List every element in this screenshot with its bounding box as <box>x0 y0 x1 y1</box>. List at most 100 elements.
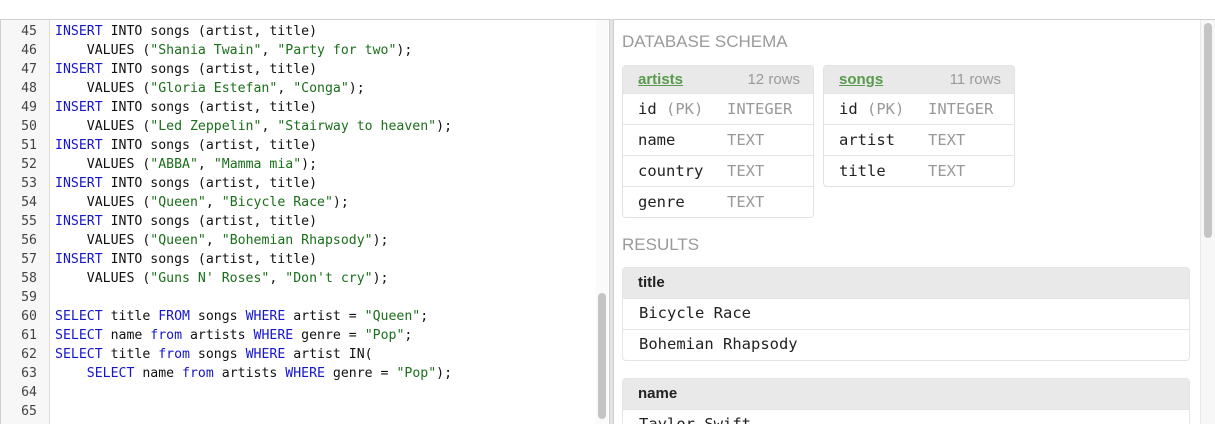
string-literal: "Conga" <box>293 81 349 96</box>
schema-column-row: id (PK) INTEGER <box>623 93 813 124</box>
line-number: 49 <box>21 100 37 115</box>
code-text: INTO songs (artist, title) <box>102 100 318 115</box>
sql-keyword: WHERE <box>285 366 325 381</box>
line-number: 60 <box>21 309 37 324</box>
code-line[interactable]: INSERT INTO songs (artist, title) <box>55 60 593 79</box>
code-line[interactable] <box>55 383 593 402</box>
schema-heading: DATABASE SCHEMA <box>622 32 788 51</box>
result-column-name: title <box>638 274 665 291</box>
code-text: songs <box>189 309 246 324</box>
sql-keyword: SELECT <box>55 309 103 324</box>
code-text: ); <box>372 271 389 286</box>
results-heading: RESULTS <box>622 235 700 254</box>
code-line[interactable]: INSERT INTO songs (artist, title) <box>55 22 593 41</box>
primary-key-marker: (PK) <box>867 100 905 118</box>
code-text: , <box>261 119 278 134</box>
column-name-text: title <box>839 162 886 180</box>
code-text: INTO songs (artist, title) <box>102 62 318 77</box>
schema-table-link[interactable]: songs <box>839 71 883 88</box>
sql-keyword: INSERT <box>55 100 103 115</box>
code-line[interactable]: VALUES ("Queen", "Bicycle Race"); <box>55 193 593 212</box>
code-text: ; <box>404 328 413 343</box>
column-type: TEXT <box>727 131 765 149</box>
sql-keyword: FROM <box>158 309 190 324</box>
editor-scrollbar-thumb[interactable] <box>598 293 606 419</box>
code-line[interactable]: INSERT INTO songs (artist, title) <box>55 98 593 117</box>
column-type: INTEGER <box>727 100 793 118</box>
code-text: artists <box>213 366 286 381</box>
line-number: 45 <box>21 24 37 39</box>
code-line[interactable]: INSERT INTO songs (artist, title) <box>55 136 593 155</box>
code-text: name <box>134 366 183 381</box>
code-text: , <box>261 43 278 58</box>
line-number-gutter: 45 46 47 48 49 50 51 52 53 54 55 56 57 58 59 60 61 62 63 64… <box>1 20 50 424</box>
code-line[interactable]: INSERT INTO songs (artist, title) <box>55 212 593 231</box>
code-text: ); <box>301 157 318 172</box>
code-text: artist IN( <box>285 347 373 362</box>
line-number: 62 <box>21 347 37 362</box>
code-line[interactable]: INSERT INTO songs (artist, title) <box>55 174 593 193</box>
result-column-name: name <box>638 385 678 402</box>
code-text: ); <box>372 233 389 248</box>
code-text: , <box>205 195 222 210</box>
line-number: 51 <box>21 138 37 153</box>
code-text: , <box>277 81 294 96</box>
code-editor[interactable]: 45 46 47 48 49 50 51 52 53 54 55 56 57 58 59 60 61 62 63 64… <box>0 19 609 424</box>
code-line[interactable]: VALUES ("ABBA", "Mamma mia"); <box>55 155 593 174</box>
column-type: TEXT <box>727 193 765 211</box>
sql-keyword: WHERE <box>245 347 286 362</box>
column-name: name <box>638 131 675 149</box>
string-literal: "Pop" <box>364 328 405 343</box>
code-text: INTO songs (artist, title) <box>102 214 318 229</box>
code-line[interactable]: VALUES ("Gloria Estefan", "Conga"); <box>55 79 593 98</box>
code-line[interactable] <box>55 402 593 421</box>
string-literal: "Queen" <box>150 195 206 210</box>
code-line[interactable]: VALUES ("Led Zeppelin", "Stairway to hea… <box>55 117 593 136</box>
schema-table-songs: songs 11 rows id (PK) INTEGER artist TEXT titl… <box>823 65 1015 187</box>
sql-keyword: from <box>158 347 190 362</box>
line-number: 53 <box>21 176 37 191</box>
column-name-text: name <box>638 131 676 149</box>
result-cell: Taylor Swift <box>639 415 751 424</box>
column-name-text: artist <box>839 131 895 149</box>
line-number: 55 <box>21 214 37 229</box>
code-line[interactable]: VALUES ("Queen", "Bohemian Rhapsody"); <box>55 231 593 250</box>
code-line[interactable]: SELECT title from songs WHERE artist IN( <box>55 345 593 364</box>
code-line[interactable]: SELECT name from artists WHERE genre = "… <box>55 364 593 383</box>
sql-keyword: INSERT <box>55 176 103 191</box>
string-literal: "Mamma mia" <box>213 157 302 172</box>
code-text: artists <box>182 328 254 343</box>
row-count: 11 rows <box>949 71 1001 88</box>
sql-keyword: INSERT <box>55 62 103 77</box>
line-number: 56 <box>21 233 37 248</box>
code-area[interactable]: INSERT INTO songs (artist, title) VALUES… <box>55 22 593 421</box>
column-type: INTEGER <box>928 100 994 118</box>
sql-keyword: SELECT <box>55 328 103 343</box>
results-scrollbar-track[interactable] <box>1200 20 1215 424</box>
sql-keyword: WHERE <box>253 328 294 343</box>
code-line[interactable]: VALUES ("Shania Twain", "Party for two")… <box>55 41 593 60</box>
code-line[interactable]: SELECT name from artists WHERE genre = "… <box>55 326 593 345</box>
code-text: artist = <box>285 309 365 324</box>
column-name-text: id <box>839 100 858 118</box>
sql-keyword: from <box>182 366 214 381</box>
column-name: artist <box>839 131 895 149</box>
code-text: VALUES ( <box>55 119 151 134</box>
sql-keyword: INSERT <box>55 138 103 153</box>
results-scrollbar-thumb[interactable] <box>1204 23 1212 238</box>
schema-table-link[interactable]: artists <box>638 71 683 88</box>
code-text: name <box>102 328 151 343</box>
code-line[interactable]: INSERT INTO songs (artist, title) <box>55 250 593 269</box>
schema-table-artists: artists 12 rows id (PK) INTEGER name TEXT coun… <box>622 65 814 218</box>
code-text: ); <box>348 81 365 96</box>
code-line[interactable] <box>55 288 593 307</box>
result-column-header: name <box>623 379 1189 409</box>
code-line[interactable]: SELECT title FROM songs WHERE artist = "… <box>55 307 593 326</box>
result-column-header: title <box>623 268 1189 298</box>
schema-column-row: country TEXT <box>623 155 813 186</box>
string-literal: "Bohemian Rhapsody" <box>221 233 373 248</box>
output-pane: DATABASE SCHEMA artists 12 rows id (PK) INT… <box>614 19 1215 424</box>
schema-table-header: artists 12 rows <box>623 66 813 93</box>
schema-column-row: genre TEXT <box>623 186 813 217</box>
code-line[interactable]: VALUES ("Guns N' Roses", "Don't cry"); <box>55 269 593 288</box>
